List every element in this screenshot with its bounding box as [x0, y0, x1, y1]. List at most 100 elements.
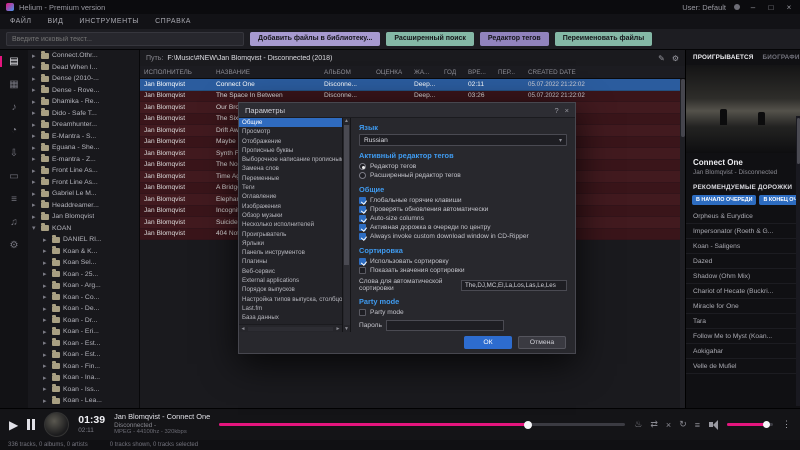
- tree-item[interactable]: ▸ Koan - 25...: [28, 269, 139, 281]
- checkbox-option[interactable]: Использовать сортировку: [359, 257, 567, 266]
- expand-arrow-icon[interactable]: ▸: [43, 351, 49, 359]
- expand-arrow-icon[interactable]: ▸: [43, 374, 49, 382]
- ok-button[interactable]: ОК: [464, 336, 512, 349]
- expand-arrow-icon[interactable]: ▸: [32, 167, 38, 175]
- expand-arrow-icon[interactable]: ▸: [43, 270, 49, 278]
- recommended-track[interactable]: Shadow (Ohm Mix): [686, 269, 800, 284]
- tree-item[interactable]: ▸ Koan - Co...: [28, 292, 139, 304]
- sidebar-icon[interactable]: ⇩: [0, 147, 28, 160]
- queue-action-button[interactable]: В КОНЕЦ ОЧЕРЕДИ: [759, 195, 800, 205]
- tree-item[interactable]: ▸ Koan - Dr...: [28, 315, 139, 327]
- tree-item[interactable]: ▸ Koan & K...: [28, 246, 139, 258]
- settings-category[interactable]: Настройка типов выпуска, столбцов и п...: [239, 295, 342, 304]
- category-hscrollbar[interactable]: ◄ ►: [239, 324, 342, 332]
- tree-item[interactable]: ▸ E-mantra - Z...: [28, 154, 139, 166]
- settings-category[interactable]: Last.fm: [239, 304, 342, 313]
- sidebar-icon[interactable]: ≡: [0, 193, 28, 206]
- dialog-close-icon[interactable]: ×: [565, 106, 569, 115]
- tree-item[interactable]: ▸ Koan - Ina...: [28, 372, 139, 384]
- toolbar-button[interactable]: Редактор тегов: [479, 32, 549, 46]
- settings-category[interactable]: Прописные буквы: [239, 146, 342, 155]
- menu-item[interactable]: ИНСТРУМЕНТЫ: [79, 18, 139, 25]
- expand-arrow-icon[interactable]: ▸: [32, 144, 38, 152]
- recommended-track[interactable]: Dazed: [686, 254, 800, 269]
- expand-arrow-icon[interactable]: ▸: [32, 109, 38, 117]
- checkbox-icon[interactable]: [359, 215, 366, 222]
- expand-arrow-icon[interactable]: ▸: [43, 236, 49, 244]
- tree-item[interactable]: ▸ Dhamika - Re...: [28, 96, 139, 108]
- tree-item[interactable]: ▸ Headdreamer...: [28, 200, 139, 212]
- checkbox-icon[interactable]: [359, 197, 366, 204]
- expand-arrow-icon[interactable]: ▾: [32, 224, 38, 232]
- recommended-track[interactable]: Orpheus & Eurydice: [686, 209, 800, 224]
- pause-button[interactable]: [27, 419, 36, 430]
- volume-knob[interactable]: [762, 421, 770, 428]
- column-header[interactable]: ВРЕ...: [464, 69, 494, 76]
- recommended-track[interactable]: Velle de Mufiel: [686, 359, 800, 374]
- seek-bar-knob[interactable]: [523, 420, 532, 429]
- expand-arrow-icon[interactable]: ▸: [43, 305, 49, 313]
- stop-after-icon[interactable]: ×: [666, 420, 671, 430]
- expand-arrow-icon[interactable]: ▸: [32, 190, 38, 198]
- checkbox-option[interactable]: Auto-size columns: [359, 214, 567, 223]
- tree-item[interactable]: ▸ Front Line As...: [28, 177, 139, 189]
- expand-arrow-icon[interactable]: ▸: [32, 132, 38, 140]
- expand-arrow-icon[interactable]: ▸: [43, 385, 49, 393]
- panel-scrollbar[interactable]: [796, 116, 800, 406]
- sidebar-icon[interactable]: ◔: [0, 124, 28, 137]
- column-header[interactable]: ИСПОЛНИТЕЛЬ: [140, 69, 212, 76]
- search-input[interactable]: [6, 32, 244, 46]
- expand-arrow-icon[interactable]: ▸: [43, 316, 49, 324]
- column-header[interactable]: ПЕР...: [494, 69, 524, 76]
- recommended-track[interactable]: Tara: [686, 314, 800, 329]
- checkbox-option[interactable]: Глобальные горячие клавиши: [359, 196, 567, 205]
- table-row[interactable]: Jan Blomqvist Connect One Disconne... De…: [140, 79, 685, 91]
- checkbox-icon[interactable]: [359, 233, 366, 240]
- sidebar-icon[interactable]: ▭: [0, 170, 28, 183]
- expand-arrow-icon[interactable]: ▸: [32, 75, 38, 83]
- settings-category[interactable]: Теги: [239, 183, 342, 192]
- party-mode-checkbox-icon[interactable]: [359, 309, 366, 316]
- column-header[interactable]: CREATED DATE: [524, 69, 685, 76]
- shuffle-icon[interactable]: ⇄: [650, 419, 658, 430]
- checkbox-icon[interactable]: [359, 258, 366, 265]
- menu-item[interactable]: ВИД: [47, 18, 63, 25]
- settings-category[interactable]: Ярлыки: [239, 239, 342, 248]
- play-button[interactable]: ▶: [9, 419, 18, 431]
- radio-option[interactable]: Расширенный редактор тегов: [359, 171, 567, 180]
- close-button[interactable]: ×: [784, 3, 794, 12]
- scroll-left-icon[interactable]: ◄: [239, 326, 247, 332]
- settings-category[interactable]: Веб-сервис: [239, 267, 342, 276]
- table-scrollbar-thumb[interactable]: [680, 79, 685, 137]
- tree-item[interactable]: ▸ Front Line As...: [28, 165, 139, 177]
- dialog-titlebar[interactable]: Параметры ? ×: [239, 103, 575, 118]
- expand-arrow-icon[interactable]: ▸: [43, 397, 49, 405]
- expand-arrow-icon[interactable]: ▸: [43, 328, 49, 336]
- expand-arrow-icon[interactable]: ▸: [43, 259, 49, 267]
- tree-item[interactable]: ▸ Koan - Eri...: [28, 326, 139, 338]
- expand-arrow-icon[interactable]: ▸: [32, 52, 38, 60]
- announcement-icon[interactable]: [734, 4, 740, 10]
- menu-item[interactable]: СПРАВКА: [155, 18, 191, 25]
- scroll-up-icon[interactable]: ▲: [344, 118, 349, 124]
- radio-option[interactable]: Редактор тегов: [359, 162, 567, 171]
- dialog-help-icon[interactable]: ?: [554, 106, 558, 115]
- sidebar-icon[interactable]: ♪: [0, 101, 28, 114]
- checkbox-icon[interactable]: [359, 224, 366, 231]
- tree-item[interactable]: ▸ Koan - Arg...: [28, 280, 139, 292]
- expand-arrow-icon[interactable]: ▸: [32, 86, 38, 94]
- column-header[interactable]: НАЗВАНИЕ: [212, 69, 320, 76]
- hot-tracks-icon[interactable]: ♨: [634, 419, 642, 430]
- panel-scrollbar-thumb[interactable]: [796, 118, 800, 164]
- tree-item[interactable]: ▸ Dreamhunter...: [28, 119, 139, 131]
- panel-tab[interactable]: ПРОИГРЫВАЕТСЯ: [693, 54, 754, 61]
- tree-item[interactable]: ▸ Dense (2010-...: [28, 73, 139, 85]
- recommended-track[interactable]: Chariot of Hecate (Buckri...: [686, 284, 800, 299]
- sort-words-input[interactable]: [461, 279, 567, 291]
- expand-arrow-icon[interactable]: ▸: [43, 247, 49, 255]
- expand-arrow-icon[interactable]: ▸: [43, 293, 49, 301]
- tree-item[interactable]: ▸ Connect.Othr...: [28, 50, 139, 62]
- tree-item[interactable]: ▸ Koan - Lea...: [28, 395, 139, 407]
- tree-item[interactable]: ▸ Gabriel Le M...: [28, 188, 139, 200]
- panel-tab[interactable]: БИОГРАФИЯ: [763, 54, 800, 61]
